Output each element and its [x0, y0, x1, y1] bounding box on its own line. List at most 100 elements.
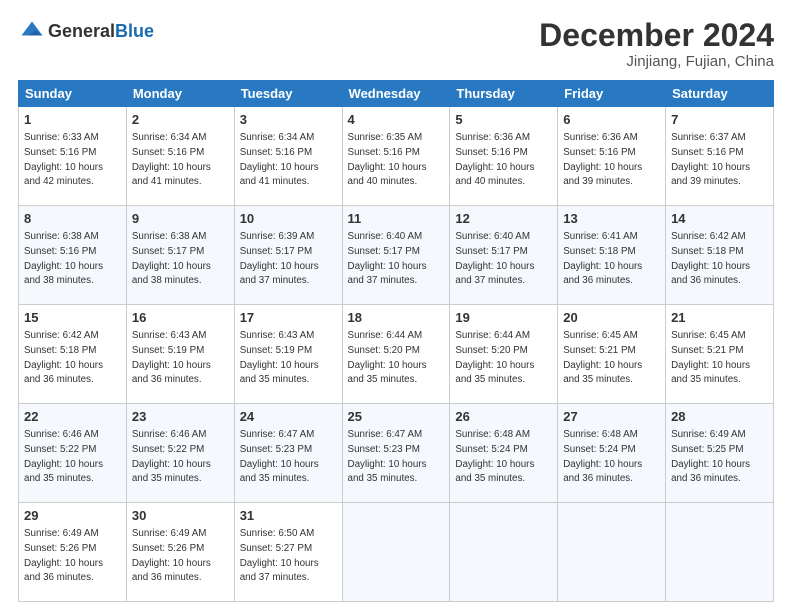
day-number: 7 — [671, 111, 768, 129]
calendar-cell: 20 Sunrise: 6:45 AMSunset: 5:21 PMDaylig… — [558, 305, 666, 404]
calendar-cell: 31 Sunrise: 6:50 AMSunset: 5:27 PMDaylig… — [234, 503, 342, 602]
calendar-cell: 8 Sunrise: 6:38 AMSunset: 5:16 PMDayligh… — [19, 206, 127, 305]
calendar-cell: 19 Sunrise: 6:44 AMSunset: 5:20 PMDaylig… — [450, 305, 558, 404]
calendar-cell: 17 Sunrise: 6:43 AMSunset: 5:19 PMDaylig… — [234, 305, 342, 404]
calendar-cell: 21 Sunrise: 6:45 AMSunset: 5:21 PMDaylig… — [666, 305, 774, 404]
day-number: 13 — [563, 210, 660, 228]
logo: General Blue — [18, 18, 154, 46]
day-info: Sunrise: 6:40 AMSunset: 5:17 PMDaylight:… — [455, 231, 534, 286]
week-row-2: 8 Sunrise: 6:38 AMSunset: 5:16 PMDayligh… — [19, 206, 774, 305]
calendar-cell: 2 Sunrise: 6:34 AMSunset: 5:16 PMDayligh… — [126, 107, 234, 206]
day-info: Sunrise: 6:50 AMSunset: 5:27 PMDaylight:… — [240, 528, 319, 583]
day-info: Sunrise: 6:41 AMSunset: 5:18 PMDaylight:… — [563, 231, 642, 286]
day-number: 12 — [455, 210, 552, 228]
calendar-cell: 28 Sunrise: 6:49 AMSunset: 5:25 PMDaylig… — [666, 404, 774, 503]
calendar-cell: 16 Sunrise: 6:43 AMSunset: 5:19 PMDaylig… — [126, 305, 234, 404]
calendar-cell: 29 Sunrise: 6:49 AMSunset: 5:26 PMDaylig… — [19, 503, 127, 602]
week-row-3: 15 Sunrise: 6:42 AMSunset: 5:18 PMDaylig… — [19, 305, 774, 404]
calendar-cell: 12 Sunrise: 6:40 AMSunset: 5:17 PMDaylig… — [450, 206, 558, 305]
day-info: Sunrise: 6:36 AMSunset: 5:16 PMDaylight:… — [455, 132, 534, 187]
calendar-cell: 24 Sunrise: 6:47 AMSunset: 5:23 PMDaylig… — [234, 404, 342, 503]
calendar-cell: 27 Sunrise: 6:48 AMSunset: 5:24 PMDaylig… — [558, 404, 666, 503]
calendar-cell: 3 Sunrise: 6:34 AMSunset: 5:16 PMDayligh… — [234, 107, 342, 206]
day-number: 29 — [24, 507, 121, 525]
header-wednesday: Wednesday — [342, 81, 450, 107]
day-number: 9 — [132, 210, 229, 228]
day-number: 8 — [24, 210, 121, 228]
day-number: 11 — [348, 210, 445, 228]
day-info: Sunrise: 6:34 AMSunset: 5:16 PMDaylight:… — [132, 132, 211, 187]
calendar-cell: 6 Sunrise: 6:36 AMSunset: 5:16 PMDayligh… — [558, 107, 666, 206]
day-info: Sunrise: 6:48 AMSunset: 5:24 PMDaylight:… — [455, 429, 534, 484]
day-number: 23 — [132, 408, 229, 426]
month-year: December 2024 — [539, 18, 774, 53]
day-number: 24 — [240, 408, 337, 426]
day-info: Sunrise: 6:45 AMSunset: 5:21 PMDaylight:… — [671, 330, 750, 385]
day-info: Sunrise: 6:49 AMSunset: 5:26 PMDaylight:… — [24, 528, 103, 583]
logo-general: General — [48, 22, 115, 42]
calendar-cell: 9 Sunrise: 6:38 AMSunset: 5:17 PMDayligh… — [126, 206, 234, 305]
header-friday: Friday — [558, 81, 666, 107]
calendar-cell: 22 Sunrise: 6:46 AMSunset: 5:22 PMDaylig… — [19, 404, 127, 503]
day-info: Sunrise: 6:43 AMSunset: 5:19 PMDaylight:… — [132, 330, 211, 385]
calendar-cell: 18 Sunrise: 6:44 AMSunset: 5:20 PMDaylig… — [342, 305, 450, 404]
day-number: 6 — [563, 111, 660, 129]
header-thursday: Thursday — [450, 81, 558, 107]
day-info: Sunrise: 6:37 AMSunset: 5:16 PMDaylight:… — [671, 132, 750, 187]
day-info: Sunrise: 6:33 AMSunset: 5:16 PMDaylight:… — [24, 132, 103, 187]
day-number: 19 — [455, 309, 552, 327]
day-number: 28 — [671, 408, 768, 426]
calendar-cell: 23 Sunrise: 6:46 AMSunset: 5:22 PMDaylig… — [126, 404, 234, 503]
calendar-cell: 1 Sunrise: 6:33 AMSunset: 5:16 PMDayligh… — [19, 107, 127, 206]
header-sunday: Sunday — [19, 81, 127, 107]
day-number: 27 — [563, 408, 660, 426]
day-info: Sunrise: 6:42 AMSunset: 5:18 PMDaylight:… — [24, 330, 103, 385]
day-number: 2 — [132, 111, 229, 129]
day-info: Sunrise: 6:47 AMSunset: 5:23 PMDaylight:… — [348, 429, 427, 484]
day-number: 26 — [455, 408, 552, 426]
day-info: Sunrise: 6:35 AMSunset: 5:16 PMDaylight:… — [348, 132, 427, 187]
day-info: Sunrise: 6:39 AMSunset: 5:17 PMDaylight:… — [240, 231, 319, 286]
calendar-cell — [450, 503, 558, 602]
day-info: Sunrise: 6:43 AMSunset: 5:19 PMDaylight:… — [240, 330, 319, 385]
calendar-cell: 10 Sunrise: 6:39 AMSunset: 5:17 PMDaylig… — [234, 206, 342, 305]
week-row-4: 22 Sunrise: 6:46 AMSunset: 5:22 PMDaylig… — [19, 404, 774, 503]
header-saturday: Saturday — [666, 81, 774, 107]
day-info: Sunrise: 6:34 AMSunset: 5:16 PMDaylight:… — [240, 132, 319, 187]
calendar-cell: 26 Sunrise: 6:48 AMSunset: 5:24 PMDaylig… — [450, 404, 558, 503]
calendar-cell — [666, 503, 774, 602]
weekday-header-row: Sunday Monday Tuesday Wednesday Thursday… — [19, 81, 774, 107]
location: Jinjiang, Fujian, China — [539, 53, 774, 70]
day-info: Sunrise: 6:44 AMSunset: 5:20 PMDaylight:… — [348, 330, 427, 385]
logo-text: General Blue — [48, 22, 154, 42]
day-info: Sunrise: 6:46 AMSunset: 5:22 PMDaylight:… — [24, 429, 103, 484]
day-number: 4 — [348, 111, 445, 129]
day-info: Sunrise: 6:44 AMSunset: 5:20 PMDaylight:… — [455, 330, 534, 385]
day-info: Sunrise: 6:46 AMSunset: 5:22 PMDaylight:… — [132, 429, 211, 484]
calendar-cell: 11 Sunrise: 6:40 AMSunset: 5:17 PMDaylig… — [342, 206, 450, 305]
header-monday: Monday — [126, 81, 234, 107]
logo-blue: Blue — [115, 22, 154, 42]
calendar-cell: 7 Sunrise: 6:37 AMSunset: 5:16 PMDayligh… — [666, 107, 774, 206]
day-info: Sunrise: 6:49 AMSunset: 5:26 PMDaylight:… — [132, 528, 211, 583]
calendar-cell — [342, 503, 450, 602]
day-number: 5 — [455, 111, 552, 129]
day-number: 21 — [671, 309, 768, 327]
day-number: 25 — [348, 408, 445, 426]
week-row-1: 1 Sunrise: 6:33 AMSunset: 5:16 PMDayligh… — [19, 107, 774, 206]
day-number: 14 — [671, 210, 768, 228]
header: General Blue December 2024 Jinjiang, Fuj… — [18, 18, 774, 70]
day-info: Sunrise: 6:42 AMSunset: 5:18 PMDaylight:… — [671, 231, 750, 286]
day-number: 3 — [240, 111, 337, 129]
week-row-5: 29 Sunrise: 6:49 AMSunset: 5:26 PMDaylig… — [19, 503, 774, 602]
day-number: 16 — [132, 309, 229, 327]
calendar-cell — [558, 503, 666, 602]
calendar-cell: 4 Sunrise: 6:35 AMSunset: 5:16 PMDayligh… — [342, 107, 450, 206]
day-info: Sunrise: 6:38 AMSunset: 5:16 PMDaylight:… — [24, 231, 103, 286]
calendar-cell: 30 Sunrise: 6:49 AMSunset: 5:26 PMDaylig… — [126, 503, 234, 602]
day-number: 15 — [24, 309, 121, 327]
day-info: Sunrise: 6:36 AMSunset: 5:16 PMDaylight:… — [563, 132, 642, 187]
calendar-cell: 5 Sunrise: 6:36 AMSunset: 5:16 PMDayligh… — [450, 107, 558, 206]
day-info: Sunrise: 6:48 AMSunset: 5:24 PMDaylight:… — [563, 429, 642, 484]
day-info: Sunrise: 6:49 AMSunset: 5:25 PMDaylight:… — [671, 429, 750, 484]
